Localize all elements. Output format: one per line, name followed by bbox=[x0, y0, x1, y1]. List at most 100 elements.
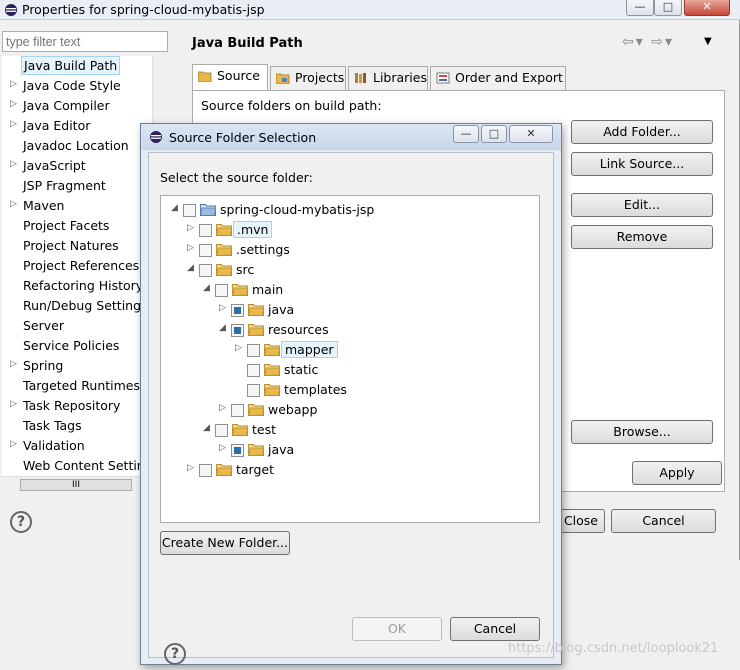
nav-item[interactable]: ▷ Java Editor bbox=[2, 116, 162, 136]
nav-item[interactable]: ▷ Java Compiler bbox=[2, 96, 162, 116]
checkbox[interactable] bbox=[199, 244, 212, 257]
properties-titlebar[interactable]: Properties for spring-cloud-mybatis-jsp … bbox=[0, 0, 740, 20]
link-source-button[interactable]: Link Source... bbox=[571, 152, 713, 176]
expand-arrow-icon[interactable]: ▷ bbox=[10, 199, 17, 209]
checkbox[interactable] bbox=[247, 384, 260, 397]
view-menu-icon[interactable]: ▼ bbox=[704, 36, 712, 47]
checkbox[interactable] bbox=[231, 404, 244, 417]
checkbox[interactable] bbox=[199, 264, 212, 277]
expand-arrow-icon[interactable]: ▷ bbox=[10, 439, 17, 449]
checkbox[interactable] bbox=[247, 344, 260, 357]
expand-arrow-icon[interactable]: ▷ bbox=[10, 99, 17, 109]
tree-node-label: resources bbox=[268, 322, 329, 337]
collapse-arrow-icon[interactable]: ◢ bbox=[187, 263, 197, 273]
filter-input[interactable] bbox=[2, 31, 168, 52]
eclipse-icon bbox=[150, 131, 162, 143]
edit-button[interactable]: Edit... bbox=[571, 193, 713, 217]
remove-button[interactable]: Remove bbox=[571, 225, 713, 249]
nav-item[interactable]: Service Policies bbox=[2, 336, 162, 356]
close-window-button[interactable]: ✕ bbox=[684, 0, 730, 16]
nav-item[interactable]: ▷ JavaScript bbox=[2, 156, 162, 176]
scroll-thumb[interactable]: III bbox=[20, 479, 132, 491]
apply-button[interactable]: Apply bbox=[632, 461, 722, 485]
help-icon[interactable]: ? bbox=[164, 643, 186, 665]
dialog-minimize-button[interactable]: — bbox=[453, 125, 479, 143]
expand-arrow-icon[interactable]: ▷ bbox=[10, 359, 17, 369]
close-icon: ✕ bbox=[526, 127, 536, 140]
expand-arrow-icon[interactable]: ▷ bbox=[219, 443, 229, 453]
checkbox[interactable] bbox=[231, 444, 244, 457]
collapse-arrow-icon[interactable]: ◢ bbox=[219, 323, 229, 333]
expand-arrow-icon[interactable]: ▷ bbox=[10, 79, 17, 89]
cancel-button[interactable]: Cancel bbox=[611, 509, 716, 533]
dialog-close-button[interactable]: ✕ bbox=[509, 125, 553, 143]
nav-item-label: Service Policies bbox=[23, 338, 120, 353]
tab-projects[interactable]: Projects bbox=[270, 66, 346, 90]
checkbox[interactable] bbox=[199, 464, 212, 477]
expand-arrow-icon[interactable]: ▷ bbox=[187, 223, 197, 233]
expand-arrow-icon[interactable]: ▷ bbox=[10, 399, 17, 409]
folder-icon bbox=[216, 463, 233, 476]
nav-item[interactable]: JSP Fragment bbox=[2, 176, 162, 196]
nav-item[interactable]: Project Natures bbox=[2, 236, 162, 256]
collapse-arrow-icon[interactable]: ◢ bbox=[203, 423, 213, 433]
expand-arrow-icon[interactable]: ▷ bbox=[219, 303, 229, 313]
expand-arrow-icon[interactable]: ▷ bbox=[235, 343, 245, 353]
nav-item[interactable]: ▷ Spring bbox=[2, 356, 162, 376]
checkbox[interactable] bbox=[199, 224, 212, 237]
create-new-folder-button[interactable]: Create New Folder... bbox=[160, 531, 290, 555]
collapse-arrow-icon[interactable]: ◢ bbox=[203, 283, 213, 293]
nav-item[interactable]: Task Tags bbox=[2, 416, 162, 436]
history-nav-icons[interactable]: ⇦▾ ⇨▾ bbox=[622, 34, 674, 50]
nav-item[interactable]: ▷ Maven bbox=[2, 196, 162, 216]
checkbox[interactable] bbox=[231, 324, 244, 337]
dialog-titlebar[interactable]: Source Folder Selection — □ ✕ bbox=[141, 124, 561, 150]
nav-item[interactable]: Project Facets bbox=[2, 216, 162, 236]
folder-icon bbox=[248, 303, 265, 316]
expand-arrow-icon[interactable]: ▷ bbox=[187, 463, 197, 473]
nav-item[interactable]: Run/Debug Settings bbox=[2, 296, 162, 316]
expand-arrow-icon[interactable]: ▷ bbox=[187, 243, 197, 253]
tab-source[interactable]: Source bbox=[192, 64, 268, 91]
add-folder-button[interactable]: Add Folder... bbox=[571, 120, 713, 144]
folder-icon bbox=[248, 403, 265, 416]
expand-arrow-icon[interactable]: ▷ bbox=[219, 403, 229, 413]
browse-button[interactable]: Browse... bbox=[571, 420, 713, 444]
nav-item[interactable]: ▷ Task Repository bbox=[2, 396, 162, 416]
nav-item[interactable]: ▷ Java Code Style bbox=[2, 76, 162, 96]
nav-item-label: Java Build Path bbox=[21, 56, 121, 75]
folder-icon bbox=[216, 223, 233, 236]
nav-item[interactable]: Refactoring History bbox=[2, 276, 162, 296]
nav-item[interactable]: Server bbox=[2, 316, 162, 336]
maximize-button[interactable]: □ bbox=[654, 0, 682, 16]
tree-node-label: target bbox=[236, 462, 275, 477]
folder-icon bbox=[248, 323, 265, 336]
close-button[interactable]: Close bbox=[560, 509, 605, 533]
expand-arrow-icon[interactable]: ▷ bbox=[10, 159, 17, 169]
checkbox[interactable] bbox=[215, 284, 228, 297]
nav-item[interactable]: ▷ Validation bbox=[2, 436, 162, 456]
minimize-button[interactable]: — bbox=[626, 0, 654, 16]
ok-button[interactable]: OK bbox=[352, 617, 442, 641]
collapse-arrow-icon[interactable]: ◢ bbox=[171, 203, 181, 213]
nav-item[interactable]: Targeted Runtimes bbox=[2, 376, 162, 396]
tree-node-label: java bbox=[268, 302, 295, 317]
checkbox[interactable] bbox=[183, 204, 196, 217]
nav-item[interactable]: Project References bbox=[2, 256, 162, 276]
dialog-maximize-button[interactable]: □ bbox=[481, 125, 507, 143]
tab-libraries[interactable]: Libraries bbox=[348, 66, 428, 90]
nav-item[interactable]: Java Build Path bbox=[2, 56, 162, 76]
checkbox[interactable] bbox=[247, 364, 260, 377]
checkbox[interactable] bbox=[215, 424, 228, 437]
tab-order-and-export[interactable]: Order and Export bbox=[430, 66, 566, 90]
checkbox[interactable] bbox=[231, 304, 244, 317]
dialog-cancel-button[interactable]: Cancel bbox=[450, 617, 540, 641]
tree-node-label: spring-cloud-mybatis-jsp bbox=[220, 202, 375, 217]
tree-node-label: src bbox=[236, 262, 255, 277]
nav-item[interactable]: Web Content Settings bbox=[2, 456, 162, 476]
expand-arrow-icon[interactable]: ▷ bbox=[10, 119, 17, 129]
maximize-icon: □ bbox=[662, 0, 674, 13]
nav-item[interactable]: Javadoc Location bbox=[2, 136, 162, 156]
help-icon[interactable]: ? bbox=[10, 511, 32, 533]
folder-icon bbox=[216, 263, 233, 276]
